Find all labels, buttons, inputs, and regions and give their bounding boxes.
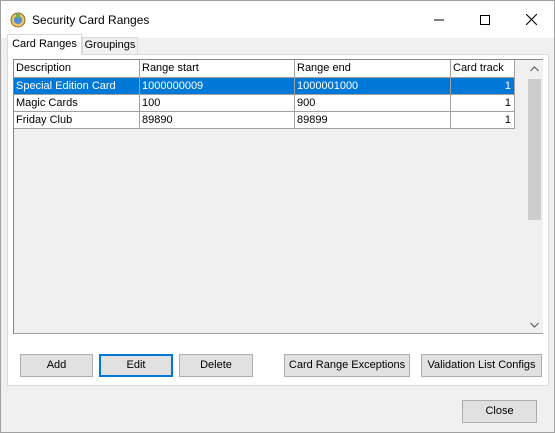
scroll-down-button[interactable] (526, 316, 543, 333)
cell-description[interactable]: Special Edition Card (14, 78, 140, 95)
grid-header: Description Range start Range end Card t… (14, 60, 515, 78)
maximize-icon (480, 14, 490, 25)
card-range-exceptions-button[interactable]: Card Range Exceptions (284, 354, 410, 377)
column-header-range-end[interactable]: Range end (295, 60, 451, 78)
vertical-scrollbar[interactable] (526, 60, 543, 333)
table-row[interactable]: Magic Cards 100 900 1 (14, 95, 515, 112)
edit-button[interactable]: Edit (99, 354, 173, 377)
cell-card-track[interactable]: 1 (451, 112, 515, 129)
cell-range-start[interactable]: 100 (140, 95, 295, 112)
chevron-down-icon (530, 322, 539, 328)
delete-button[interactable]: Delete (179, 354, 253, 377)
close-button[interactable]: Close (462, 400, 537, 423)
cell-range-end[interactable]: 89899 (295, 112, 451, 129)
scroll-thumb[interactable] (528, 79, 541, 220)
cell-description[interactable]: Friday Club (14, 112, 140, 129)
window-title: Security Card Ranges (32, 13, 150, 27)
table-row[interactable]: Special Edition Card 1000000009 10000010… (14, 78, 515, 95)
cell-range-start[interactable]: 89890 (140, 112, 295, 129)
column-header-range-start[interactable]: Range start (140, 60, 295, 78)
validation-list-configs-button[interactable]: Validation List Configs (421, 354, 542, 377)
cell-range-end[interactable]: 1000001000 (295, 78, 451, 95)
chevron-up-icon (530, 65, 539, 71)
minimize-button[interactable] (416, 1, 462, 38)
cell-card-track[interactable]: 1 (451, 95, 515, 112)
close-window-button[interactable] (508, 1, 554, 38)
table-row[interactable]: Friday Club 89890 89899 1 (14, 112, 515, 129)
add-button[interactable]: Add (20, 354, 93, 377)
scroll-up-button[interactable] (526, 60, 543, 77)
column-header-description[interactable]: Description (14, 60, 140, 78)
tab-card-ranges[interactable]: Card Ranges (7, 34, 82, 55)
security-card-ranges-window: Security Card Ranges Card Ranges Groupin… (0, 0, 555, 433)
minimize-icon (434, 19, 444, 20)
tab-groupings[interactable]: Groupings (82, 37, 138, 55)
card-ranges-grid[interactable]: Description Range start Range end Card t… (13, 59, 543, 334)
app-icon (10, 12, 26, 28)
title-bar[interactable]: Security Card Ranges (1, 1, 554, 38)
maximize-button[interactable] (462, 1, 508, 38)
cell-description[interactable]: Magic Cards (14, 95, 140, 112)
close-icon (525, 14, 537, 25)
cell-card-track[interactable]: 1 (451, 78, 515, 95)
cell-range-end[interactable]: 900 (295, 95, 451, 112)
cell-range-start[interactable]: 1000000009 (140, 78, 295, 95)
column-header-card-track[interactable]: Card track (451, 60, 515, 78)
